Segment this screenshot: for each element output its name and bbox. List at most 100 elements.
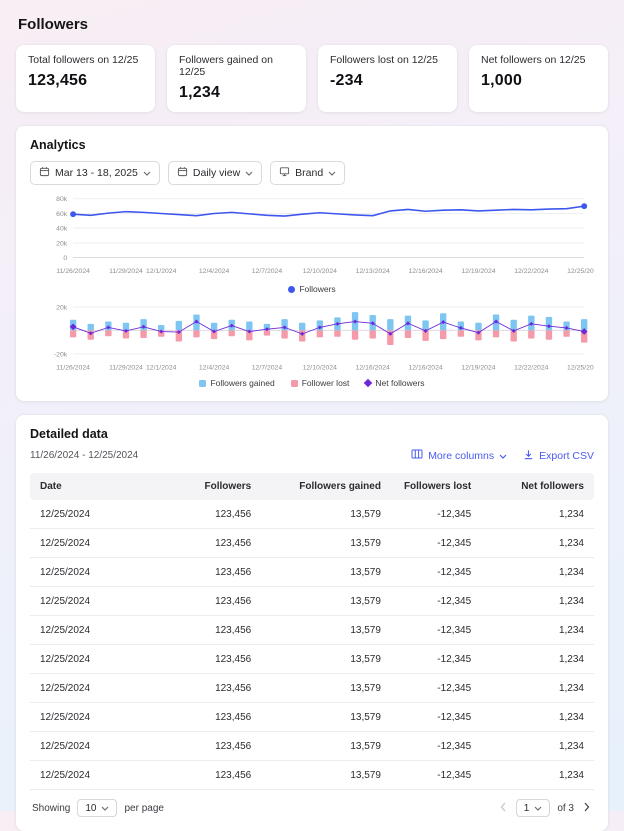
view-granularity-filter-button[interactable]: Daily view [168, 161, 262, 185]
table-cell: 13,579 [261, 587, 391, 616]
line-chart-legend: Followers [30, 284, 594, 294]
table-cell: -12,345 [391, 674, 481, 703]
chevron-left-icon [500, 802, 507, 815]
pagination-controls: 1 of 3 [498, 799, 592, 817]
table-cell: 123,456 [182, 645, 261, 674]
table-cell: 13,579 [261, 529, 391, 558]
table-cell: -12,345 [391, 616, 481, 645]
table-row: 12/25/2024123,45613,579-12,3451,234 [30, 645, 594, 674]
svg-text:12/7/2024: 12/7/2024 [252, 364, 283, 371]
svg-text:12/1/2024: 12/1/2024 [146, 364, 177, 371]
table-cell: 1,234 [481, 558, 594, 587]
svg-text:12/10/2024: 12/10/2024 [303, 268, 337, 275]
table-cell: 13,579 [261, 703, 391, 732]
table-row: 12/25/2024123,45613,579-12,3451,234 [30, 732, 594, 761]
table-row: 12/25/2024123,45613,579-12,3451,234 [30, 703, 594, 732]
svg-text:11/29/2024: 11/29/2024 [109, 268, 143, 275]
table-cell: 1,234 [481, 616, 594, 645]
bar-chart-legend: Followers gained Follower lost Net follo… [30, 378, 594, 388]
table-cell: -12,345 [391, 529, 481, 558]
table-row: 12/25/2024123,45613,579-12,3451,234 [30, 500, 594, 529]
table-cell: 123,456 [182, 761, 261, 790]
table-cell: 13,579 [261, 732, 391, 761]
table-cell: 13,579 [261, 500, 391, 529]
table-cell: 1,234 [481, 674, 594, 703]
brand-filter-button[interactable]: Brand [270, 161, 345, 185]
table-cell: 12/25/2024 [30, 558, 182, 587]
table-cell: 123,456 [182, 616, 261, 645]
svg-text:11/26/2024: 11/26/2024 [56, 268, 90, 275]
column-header-date: Date [30, 473, 182, 500]
next-page-button[interactable] [581, 800, 592, 817]
svg-text:20k: 20k [56, 304, 68, 311]
table-cell: 1,234 [481, 761, 594, 790]
svg-text:12/22/2024: 12/22/2024 [514, 364, 548, 371]
svg-text:12/1/2024: 12/1/2024 [146, 268, 177, 275]
stat-card-followers-gained: Followers gained on 12/25 1,234 [167, 45, 306, 112]
table-cell: -12,345 [391, 703, 481, 732]
table-cell: 13,579 [261, 674, 391, 703]
svg-text:12/10/2024: 12/10/2024 [303, 364, 337, 371]
table-cell: 13,579 [261, 761, 391, 790]
table-cell: 13,579 [261, 558, 391, 587]
column-header-followers: Followers [182, 473, 261, 500]
stat-card-value: 123,456 [28, 72, 143, 90]
stat-card-label: Followers lost on 12/25 [330, 54, 445, 66]
page-size-select[interactable]: 10 [77, 799, 117, 817]
table-cell: 12/25/2024 [30, 645, 182, 674]
chevron-down-icon [245, 167, 253, 179]
table-cell: -12,345 [391, 645, 481, 674]
legend-followers-label: Followers [299, 284, 335, 294]
page-select[interactable]: 1 [516, 799, 551, 817]
chevron-down-icon [328, 167, 336, 179]
table-footer: Showing 10 per page 1 of 3 [30, 790, 594, 823]
legend-followers-gained: Followers gained [199, 378, 274, 388]
svg-text:12/7/2024: 12/7/2024 [252, 268, 283, 275]
svg-text:60k: 60k [56, 211, 68, 218]
stat-card-value: -234 [330, 72, 445, 90]
brand-filter-label: Brand [295, 167, 323, 179]
table-cell: 12/25/2024 [30, 587, 182, 616]
detailed-data-card: Detailed data 11/26/2024 - 12/25/2024 Mo… [16, 415, 608, 831]
table-body: 12/25/2024123,45613,579-12,3451,23412/25… [30, 500, 594, 790]
previous-page-button[interactable] [498, 800, 509, 817]
table-cell: 12/25/2024 [30, 703, 182, 732]
export-csv-button[interactable]: Export CSV [523, 449, 594, 463]
columns-icon [411, 448, 423, 463]
table-cell: 12/25/2024 [30, 732, 182, 761]
table-cell: 123,456 [182, 500, 261, 529]
page-value: 1 [524, 803, 530, 814]
svg-text:12/19/2024: 12/19/2024 [461, 268, 495, 275]
svg-text:12/16/2024: 12/16/2024 [356, 364, 390, 371]
followers-page: Followers Total followers on 12/25 123,4… [0, 0, 624, 831]
table-cell: 1,234 [481, 732, 594, 761]
svg-text:-20k: -20k [54, 351, 68, 358]
table-cell: 1,234 [481, 645, 594, 674]
table-cell: -12,345 [391, 587, 481, 616]
page-of-label: of 3 [557, 803, 574, 814]
svg-text:12/4/2024: 12/4/2024 [199, 268, 230, 275]
stat-card-net-followers: Net followers on 12/25 1,000 [469, 45, 608, 112]
detailed-data-title: Detailed data [30, 427, 594, 441]
page-title: Followers [18, 16, 608, 33]
table-cell: 12/25/2024 [30, 500, 182, 529]
followers-legend-swatch [288, 286, 295, 293]
chevron-down-icon [534, 803, 542, 814]
more-columns-button[interactable]: More columns [411, 448, 507, 463]
table-header-row: Date Followers Followers gained Follower… [30, 473, 594, 500]
table-cell: 123,456 [182, 558, 261, 587]
chevron-right-icon [583, 802, 590, 815]
table-cell: 123,456 [182, 732, 261, 761]
calendar-icon [177, 166, 188, 180]
stat-card-value: 1,000 [481, 72, 596, 90]
legend-followers: Followers [288, 284, 335, 294]
monitor-icon [279, 166, 290, 180]
table-cell: 12/25/2024 [30, 616, 182, 645]
table-row: 12/25/2024123,45613,579-12,3451,234 [30, 761, 594, 790]
table-cell: -12,345 [391, 761, 481, 790]
date-range-filter-button[interactable]: Mar 13 - 18, 2025 [30, 161, 160, 185]
svg-text:11/26/2024: 11/26/2024 [56, 364, 90, 371]
stat-card-label: Net followers on 12/25 [481, 54, 596, 66]
analytics-title: Analytics [30, 138, 594, 152]
table-cell: 123,456 [182, 703, 261, 732]
